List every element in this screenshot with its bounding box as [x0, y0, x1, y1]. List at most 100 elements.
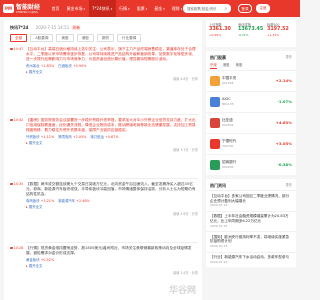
- sidebar: 上证指数 3361.30 +0.56% 深证成指 13673.45 -0.21% 标普500…: [206, 20, 296, 300]
- feed-title: 快讯7*24: [10, 25, 29, 30]
- hot-stocks-panel: 热门股票 更多 沪深 港股 美股 中国平安 601318 +2.14% AIGC BK113…: [206, 51, 296, 175]
- stock-tag-change: +0.67%: [104, 135, 119, 140]
- nav-link[interactable]: 首页: [48, 0, 63, 17]
- stock-tag-name: 贵州茅台: [26, 64, 40, 69]
- news-time: 14:47: [10, 47, 24, 52]
- news-time-text: 14:35: [13, 182, 24, 186]
- hot-news-item[interactable]: 【国际】欧洲央行维持利率不变，将继续实施紧急抗疫购债计划 2020-07-15: [206, 231, 296, 251]
- stock-tag-change: +0.52%: [40, 258, 55, 263]
- stock-tab[interactable]: 沪深: [210, 63, 217, 69]
- expand-link[interactable]: ▸ 展开全文: [26, 141, 198, 146]
- nav-link[interactable]: 7*24快讯▾: [88, 0, 116, 17]
- refresh-link[interactable]: 刷新: [73, 25, 81, 30]
- stock-logo: [210, 117, 220, 128]
- index-change: +0.56%: [209, 33, 222, 38]
- hot-stocks-tabs: 沪深 港股 美股: [206, 62, 296, 70]
- filter-chip[interactable]: 全部: [10, 34, 28, 42]
- clock-icon: [10, 47, 13, 50]
- hot-news-more-link[interactable]: 更多: [286, 183, 292, 187]
- news-time-text: 14:28: [13, 246, 24, 250]
- hot-news-item[interactable]: 【数据】上半年社会融资规模增量累计为20.83万亿元，比上年同期多6.22万亿元…: [206, 210, 296, 231]
- search-icon[interactable]: ⌕: [223, 6, 229, 12]
- hot-news-item[interactable]: 【行业】新能源汽车下乡活动启动，多款车型参与 2020-07-15: [206, 251, 296, 268]
- stock-row[interactable]: 比亚迪 002594 +4.63%: [206, 111, 296, 133]
- stock-row[interactable]: AIGC BK1135 -1.07%: [206, 90, 296, 112]
- stock-tag-name: 黄金板块: [26, 258, 40, 263]
- news-meta: 阅读 2.6万 · 分享: [172, 211, 198, 216]
- chevron-down-icon: ▾: [180, 7, 183, 11]
- divider: [26, 242, 198, 243]
- search-box: ⌕: [183, 4, 231, 13]
- stock-tag[interactable]: 新能源汽车 +2.48%: [58, 199, 90, 204]
- search-input[interactable]: [183, 4, 221, 13]
- stock-code: 002594: [222, 122, 234, 127]
- stock-change: -0.38%: [277, 161, 292, 167]
- stock-tag[interactable]: 白酒板块 +0.94%: [58, 64, 86, 69]
- top-navbar: PM 智能财经 ZHINENG CAIJING 首页 黄金市场▾ 7*24快讯▾ 行情…: [0, 0, 300, 17]
- news-text: 【互动平台】高端白酒价格持续上涨引关注：公司表示，旗下主力产品终端销售稳定，渠道…: [26, 47, 196, 62]
- stock-row[interactable]: 招商银行 600036 -0.38%: [206, 153, 296, 175]
- hot-news-text: 【国际】欧洲央行维持利率不变，将继续实施紧急抗疫购债计划: [210, 234, 290, 244]
- stock-tag[interactable]: 券商板块 +3.21%: [26, 199, 54, 204]
- hot-news-date: 2020-07-15: [210, 259, 228, 264]
- nav-link-label: 理财: [171, 6, 180, 11]
- expand-link[interactable]: ▸ 展开全文: [26, 205, 198, 210]
- filter-chip[interactable]: 港股: [76, 34, 94, 42]
- hot-stocks-more-link[interactable]: 更多: [286, 55, 292, 59]
- hot-news-item[interactable]: 【互动平台】多家公司回应二季度业绩情况，部分企业预计盈利大幅增长 2020-07-…: [206, 190, 296, 210]
- stock-tag-change: +1.12%: [40, 135, 55, 140]
- hot-news-date: 2020-07-15: [210, 223, 228, 228]
- stock-tag[interactable]: 外贸板块 +1.12%: [26, 135, 54, 140]
- filter-chip[interactable]: 行业要闻: [117, 34, 142, 42]
- register-button[interactable]: 注册: [256, 4, 270, 13]
- stock-tag[interactable]: 贵州茅台 +1.83%: [26, 64, 54, 69]
- stock-row[interactable]: 中国平安 601318 +2.14%: [206, 69, 296, 91]
- chevron-down-icon: ▾: [83, 7, 86, 11]
- stock-tag-name: 外贸板块: [26, 135, 40, 140]
- stock-row[interactable]: 宁德时代 300750 +3.05%: [206, 132, 296, 154]
- index-quote[interactable]: 标普500 3197.52 +1.34%: [267, 23, 295, 37]
- filter-chip[interactable]: 美股: [56, 34, 74, 42]
- filter-chip[interactable]: 期货: [96, 34, 114, 42]
- news-tags: 贵州茅台 +1.83% 白酒板块 +0.94%: [26, 64, 198, 69]
- stock-tab[interactable]: 美股: [236, 63, 243, 69]
- stock-tag[interactable]: 港口航运 +0.67%: [90, 135, 118, 140]
- nav-link[interactable]: 基金▾: [151, 0, 169, 17]
- hot-news-text: 【数据】上半年社会融资规模增量累计为20.83万亿元，比上年同期多6.22万亿元: [210, 214, 289, 224]
- feed-header: 快讯7*24 2020-7-15 14:51 刷新: [10, 25, 81, 30]
- expand-link-label: 展开全文: [28, 141, 43, 146]
- nav-link-label: 首页: [51, 6, 60, 11]
- hot-news-title: 热门资讯: [210, 182, 226, 188]
- stock-tag-name: 新能源汽车: [58, 199, 76, 204]
- login-button[interactable]: 登录: [238, 4, 252, 13]
- news-time-text: 14:47: [13, 47, 24, 51]
- expand-link[interactable]: ▸ 展开全文: [26, 264, 198, 269]
- site-logo[interactable]: PM 智能财经 ZHINENG CAIJING: [3, 3, 40, 14]
- stock-tab[interactable]: 港股: [223, 63, 230, 69]
- nav-link-label: 7*24快讯: [92, 6, 110, 11]
- news-text: 【重磅】国务院常务会议部署进一步稳外贸稳外资举措，要求加大对中小外贸企业信贷支持…: [26, 118, 196, 133]
- hot-news-date: 2020-07-15: [210, 244, 228, 249]
- stock-tag-name: 券商板块: [26, 199, 40, 204]
- index-quote[interactable]: 深证成指 13673.45 -0.21%: [238, 23, 266, 37]
- stock-change: +3.05%: [275, 140, 292, 146]
- news-text: 【数据】两市成交额连续第九个交易日突破万亿元，北向资金午后加速流入，截至发稿净买…: [26, 182, 196, 197]
- filter-chip[interactable]: A股要闻: [30, 34, 54, 42]
- index-quote[interactable]: 上证指数 3361.30 +0.56%: [209, 23, 237, 37]
- news-time-text: 14:42: [13, 118, 24, 122]
- nav-link[interactable]: 黄金市场▾: [63, 0, 89, 17]
- news-meta: 阅读 3.1万 · 分享: [172, 147, 198, 152]
- stock-change: +4.63%: [275, 119, 292, 125]
- nav-link[interactable]: 行情▾: [116, 0, 134, 17]
- chevron-down-icon: ▾: [110, 7, 113, 11]
- stock-tag[interactable]: 跨境电商 +2.05%: [58, 135, 86, 140]
- nav-link[interactable]: 股票▾: [133, 0, 151, 17]
- expand-link[interactable]: ▸ 展开全文: [26, 70, 198, 75]
- stock-logo: [210, 96, 220, 107]
- chevron-down-icon: ▾: [128, 7, 130, 11]
- stock-logo: [210, 159, 220, 170]
- clock-icon: [10, 118, 13, 121]
- stock-tag[interactable]: 黄金板块 +0.52%: [26, 258, 54, 263]
- expand-link-label: 展开全文: [28, 264, 43, 269]
- stock-tag-name: 跨境电商: [58, 135, 72, 140]
